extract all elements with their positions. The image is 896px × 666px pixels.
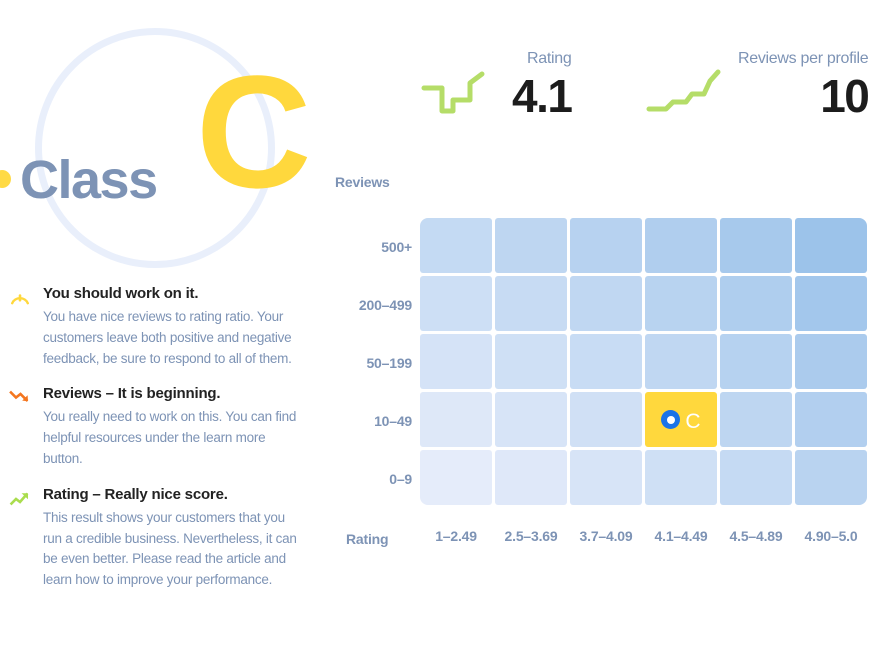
heatmap-cell[interactable] [420,276,492,331]
advice-item-reviews: Reviews – It is beginning. You really ne… [0,383,320,469]
metric-reviews-text: Reviews per profile 10 [738,48,870,122]
heatmap-cell[interactable] [720,218,792,273]
x-axis-labels: 1–2.49 2.5–3.69 3.7–4.09 4.1–4.49 4.5–4.89 4.… [420,528,870,544]
sparkline-icon [646,66,728,122]
y-axis-label: 10–49 [374,413,412,429]
heatmap-row [420,276,871,334]
x-axis-label: 2.5–3.69 [504,528,558,544]
heatmap-cell[interactable] [570,450,642,505]
metric-label: Reviews per profile [738,50,869,67]
metric-rating-text: Rating 4.1 [512,48,573,122]
heatmap-cell[interactable] [645,218,717,273]
heatmap-cell[interactable] [795,450,867,505]
advice-body: This result shows your customers that yo… [43,509,297,588]
heatmap-cell[interactable] [495,450,567,505]
badge-class-word: Class [20,150,158,210]
rating-reviews-heatmap: Reviews 500+ 200–499 50–199 10–49 0–9 C Rati… [330,170,896,560]
advice-body: You have nice reviews to rating ratio. Y… [43,309,292,366]
heatmap-cell[interactable] [420,392,492,447]
heatmap-cell[interactable] [645,450,717,505]
heatmap-cell[interactable] [420,450,492,505]
class-badge: Class C [0,0,330,270]
advice-list: You should work on it. You have nice rev… [0,283,320,605]
heatmap-cell[interactable] [795,392,867,447]
heatmap-cell[interactable] [720,334,792,389]
heatmap-cell-active[interactable]: C [645,392,717,447]
heatmap-row [420,218,871,276]
marker-class-letter: C [685,410,701,433]
advice-title: Reviews – It is beginning. [43,385,221,403]
x-axis-title: Rating [346,531,389,547]
heatmap-cell[interactable] [495,276,567,331]
advice-item-rating: Rating – Really nice score. This result … [0,484,320,591]
heatmap-cell[interactable] [795,334,867,389]
heatmap-cell[interactable] [495,334,567,389]
heatmap-cell[interactable] [420,334,492,389]
metrics-row: Rating 4.1 Reviews per profile 10 [420,48,896,140]
y-axis-label: 500+ [381,239,412,255]
advice-title: You should work on it. [43,285,199,302]
metric-value: 4.1 [512,70,573,122]
heatmap-cell[interactable] [570,334,642,389]
heatmap-cell[interactable] [570,218,642,273]
heatmap-cell[interactable] [420,218,492,273]
heatmap-cell[interactable] [495,218,567,273]
heatmap-cell[interactable] [720,450,792,505]
badge-class-letter: C [196,42,312,221]
advice-body: You really need to work on this. You can… [43,409,297,466]
trend-down-icon [9,387,31,409]
gauge-icon [9,287,31,309]
sparkline-icon [420,66,502,122]
y-axis-title: Reviews [335,174,390,190]
heatmap-cell[interactable] [795,218,867,273]
x-axis-label: 4.1–4.49 [654,528,708,544]
x-axis-label: 3.7–4.09 [579,528,633,544]
metric-label: Rating [527,50,572,67]
advice-title: Rating – Really nice score. [43,485,228,503]
advice-item-work-on-it: You should work on it. You have nice rev… [0,283,320,369]
heatmap-cell[interactable] [720,392,792,447]
class-position-marker-icon [661,410,681,429]
y-axis-label: 0–9 [389,471,412,487]
trend-up-icon [9,488,31,510]
y-axis-label: 200–499 [358,297,412,313]
y-axis-label: 50–199 [366,355,412,371]
heatmap-cell[interactable] [795,276,867,331]
heatmap-row [420,334,871,392]
heatmap-cell[interactable] [570,392,642,447]
heatmap-row [420,450,871,508]
heatmap-cell[interactable] [720,276,792,331]
heatmap-cell[interactable] [645,276,717,331]
badge-dot-icon [0,170,11,188]
heatmap-row: C [420,392,871,450]
x-axis-label: 1–2.49 [435,528,477,544]
marker-center [666,415,675,424]
x-axis-label: 4.5–4.89 [729,528,783,544]
heatmap-grid: C [420,218,871,508]
heatmap-cell[interactable] [645,334,717,389]
class-summary-panel: Class C You should work on it. You have … [0,0,330,666]
metric-value: 10 [820,70,870,122]
x-axis-label: 4.90–5.0 [804,528,858,544]
y-axis-labels: 500+ 200–499 50–199 10–49 0–9 [330,218,412,508]
heatmap-cell[interactable] [495,392,567,447]
heatmap-cell[interactable] [570,276,642,331]
